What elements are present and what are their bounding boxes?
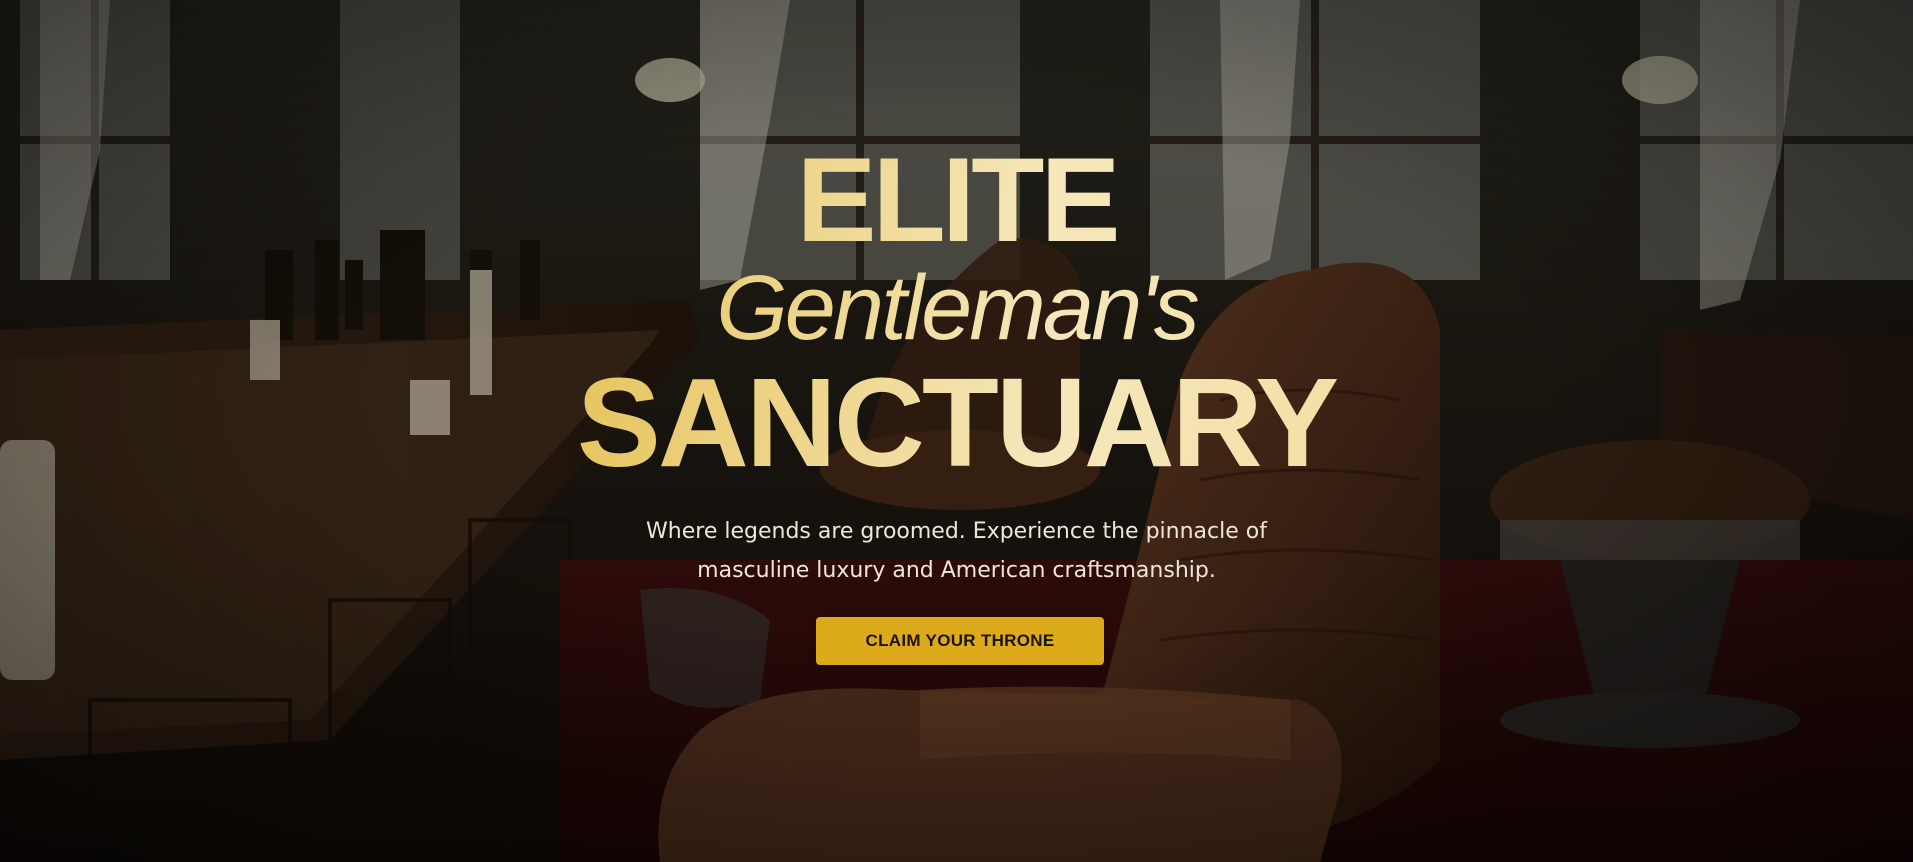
headline-elite: ELITE bbox=[0, 140, 1913, 260]
hero-content: ELITE Gentleman's SANCTUARY Where legend… bbox=[0, 0, 1913, 862]
headline-sanctuary: SANCTUARY bbox=[0, 360, 1913, 486]
headline-gentlemans: Gentleman's bbox=[0, 262, 1913, 354]
subtitle-line-2: masculine luxury and American craftsmans… bbox=[697, 558, 1216, 583]
subtitle-line-1: Where legends are groomed. Experience th… bbox=[646, 519, 1267, 544]
hero-subtitle: Where legends are groomed. Experience th… bbox=[0, 512, 1913, 590]
claim-your-throne-button[interactable]: CLAIM YOUR THRONE bbox=[816, 617, 1104, 665]
hero-section: ELITE Gentleman's SANCTUARY Where legend… bbox=[0, 0, 1913, 862]
